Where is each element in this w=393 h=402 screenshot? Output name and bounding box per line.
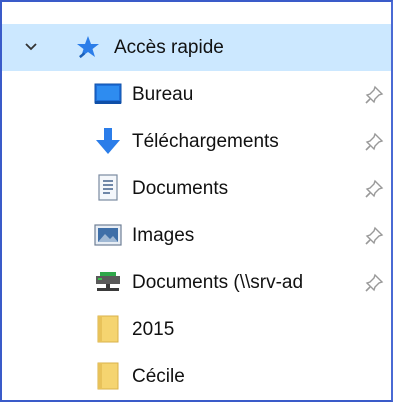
star-pin-icon	[74, 33, 102, 61]
tree-item-label: Bureau	[132, 84, 194, 105]
pin-icon[interactable]	[364, 273, 384, 293]
pictures-icon	[94, 221, 122, 249]
documents-icon	[94, 174, 122, 202]
tree-item-network-documents[interactable]: Documents (\\srv-ad	[2, 259, 391, 306]
navigation-tree: Accès rapide Bureau Téléchargements Docu…	[2, 2, 391, 400]
tree-item-label: Cécile	[132, 366, 185, 387]
tree-item-quick-access[interactable]: Accès rapide	[2, 24, 391, 71]
desktop-icon	[94, 80, 122, 108]
navigation-pane: Accès rapide Bureau Téléchargements Docu…	[0, 0, 393, 402]
tree-item-documents[interactable]: Documents	[2, 165, 391, 212]
pin-icon[interactable]	[364, 132, 384, 152]
folder-icon	[94, 362, 122, 390]
pin-icon[interactable]	[364, 179, 384, 199]
download-arrow-icon	[94, 127, 122, 155]
tree-item-2015[interactable]: 2015	[2, 306, 391, 353]
tree-item-telechargements[interactable]: Téléchargements	[2, 118, 391, 165]
tree-item-label: Documents	[132, 178, 229, 199]
tree-item-label: 2015	[132, 319, 175, 340]
tree-item-cecile[interactable]: Cécile	[2, 353, 391, 400]
tree-item-label: Téléchargements	[132, 131, 279, 152]
pin-icon[interactable]	[364, 85, 384, 105]
tree-item-images[interactable]: Images	[2, 212, 391, 259]
pin-icon[interactable]	[364, 226, 384, 246]
network-drive-icon	[94, 268, 122, 296]
folder-icon	[94, 315, 122, 343]
tree-item-label: Accès rapide	[114, 37, 224, 58]
chevron-down-icon[interactable]	[24, 40, 38, 54]
tree-item-bureau[interactable]: Bureau	[2, 71, 391, 118]
tree-item-label: Images	[132, 225, 195, 246]
tree-item-label: Documents (\\srv-ad	[132, 272, 304, 293]
